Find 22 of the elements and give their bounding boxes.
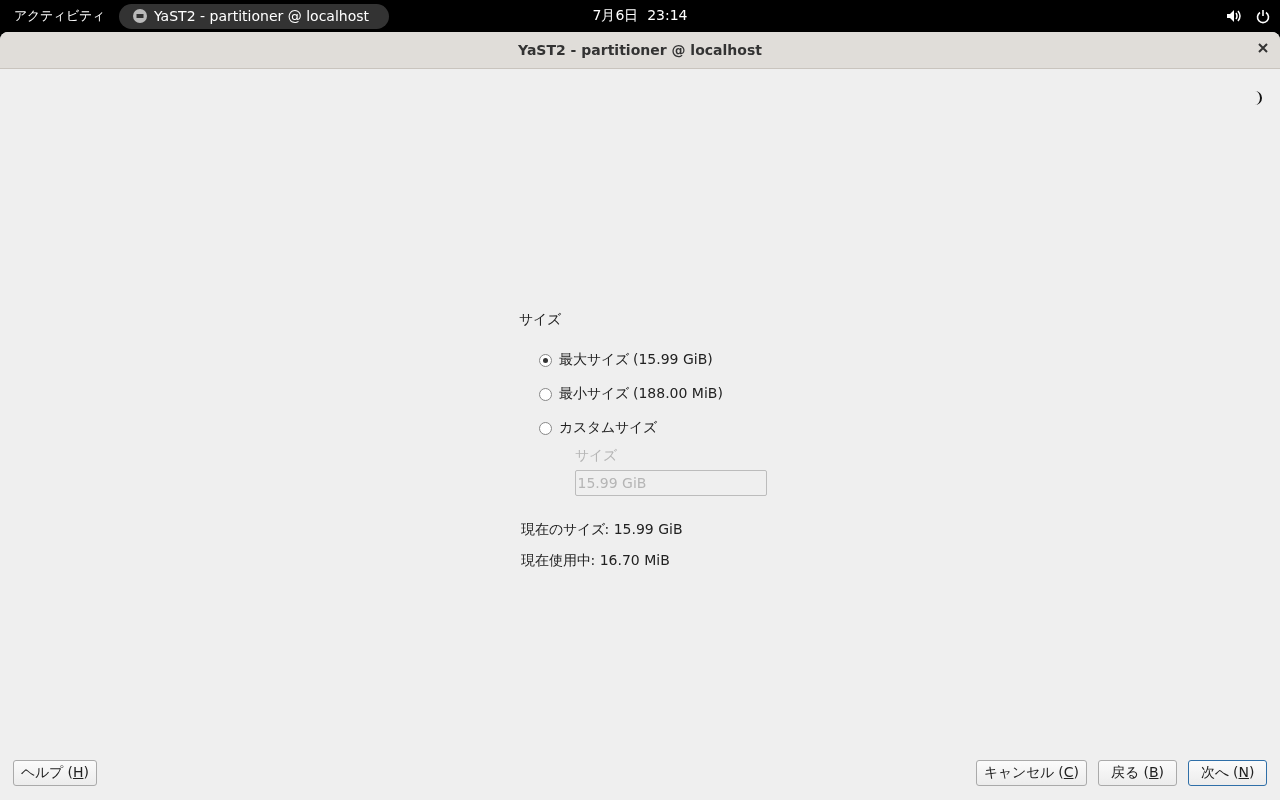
power-icon[interactable] bbox=[1256, 8, 1270, 24]
radio-option[interactable]: カスタムサイズ bbox=[538, 411, 769, 445]
dialog-button[interactable]: キャンセル (C) bbox=[975, 760, 1087, 786]
radio-icon[interactable] bbox=[538, 421, 552, 435]
app-menu-button[interactable]: YaST2 - partitioner @ localhost bbox=[119, 3, 390, 29]
close-button[interactable] bbox=[1256, 41, 1270, 55]
dialog-button[interactable]: 次へ (N) bbox=[1188, 760, 1267, 786]
volume-icon[interactable] bbox=[1226, 9, 1242, 23]
clock[interactable]: 7月6日 23:14 bbox=[592, 7, 688, 25]
radio-option[interactable]: 最小サイズ (188.00 MiB) bbox=[538, 377, 769, 411]
dialog-button[interactable]: ヘルプ (H) bbox=[13, 760, 97, 786]
window-title: YaST2 - partitioner @ localhost bbox=[518, 42, 762, 58]
app-icon bbox=[133, 9, 147, 23]
field-label: サイズ bbox=[574, 447, 618, 465]
info-text: 現在のサイズ: 15.99 GiB bbox=[520, 519, 684, 539]
radio-icon[interactable] bbox=[538, 387, 552, 401]
activities-button[interactable]: アクティビティ bbox=[14, 7, 105, 25]
dialog-button[interactable]: 戻る (B) bbox=[1098, 760, 1177, 786]
group-label: サイズ bbox=[518, 311, 562, 329]
radio-icon[interactable] bbox=[538, 353, 552, 367]
radio-option[interactable]: 最大サイズ (15.99 GiB) bbox=[538, 343, 769, 377]
info-text: 現在使用中: 16.70 MiB bbox=[520, 550, 671, 570]
